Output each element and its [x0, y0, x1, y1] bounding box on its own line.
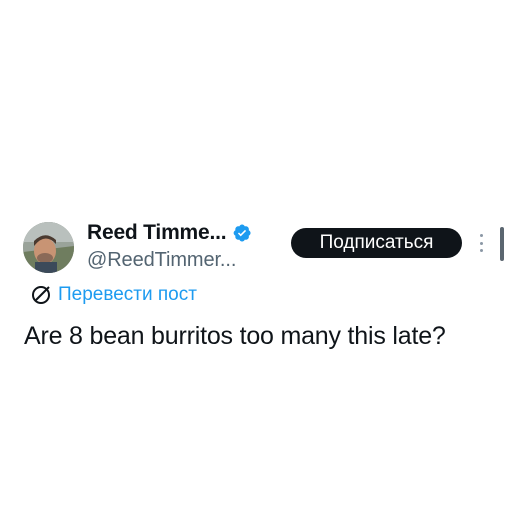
scrollbar-thumb[interactable]	[500, 227, 504, 261]
display-name[interactable]: Reed Timme...	[87, 221, 227, 245]
more-vertical-icon[interactable]	[476, 233, 486, 253]
translate-label: Перевести пост	[58, 284, 197, 305]
globe-translate-icon	[30, 284, 52, 306]
avatar[interactable]	[23, 222, 74, 273]
verified-badge-icon[interactable]	[232, 223, 252, 243]
more-dot	[479, 234, 483, 237]
post-text: Are 8 bean burritos too many this late?	[24, 322, 446, 350]
more-dot	[479, 249, 483, 252]
follow-button[interactable]: Подписаться	[291, 228, 462, 258]
name-row: Reed Timme...	[87, 219, 277, 247]
post-card: Reed Timme... @ReedTimmer... Подписаться…	[0, 0, 512, 512]
more-dot	[479, 241, 483, 245]
translate-post-link[interactable]: Перевести пост	[30, 284, 197, 306]
author-info: Reed Timme... @ReedTimmer...	[87, 219, 277, 272]
author-handle[interactable]: @ReedTimmer...	[87, 249, 277, 272]
